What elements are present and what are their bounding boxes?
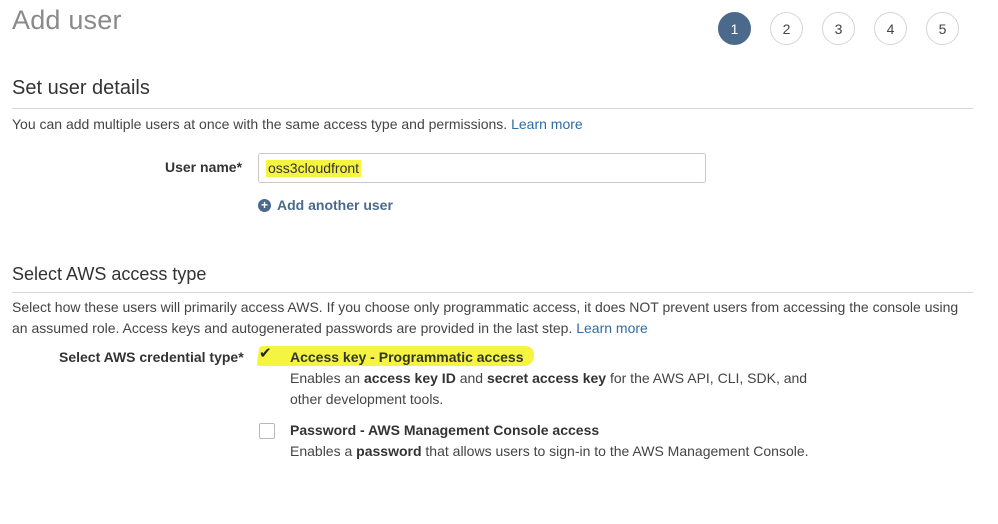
section-heading-access-type: Select AWS access type [12, 264, 207, 284]
description-text: You can add multiple users at once with … [12, 116, 508, 132]
step-5[interactable]: 5 [926, 12, 959, 45]
step-3[interactable]: 3 [822, 12, 855, 45]
desc-bold: access key ID [363, 370, 456, 386]
learn-more-link[interactable]: Learn more [511, 116, 583, 132]
step-4[interactable]: 4 [874, 12, 907, 45]
password-option-description: Enables a password that allows users to … [290, 441, 830, 462]
desc-bold: secret access key [486, 370, 607, 386]
add-another-user-label: Add another user [277, 197, 393, 213]
page-title: Add user [12, 5, 122, 35]
add-another-user-button[interactable]: + Add another user [258, 197, 393, 213]
description-text: Select how these users will primarily ac… [12, 299, 959, 336]
desc-text: Enables an [290, 370, 364, 386]
password-access-checkbox[interactable] [259, 423, 275, 439]
section-description: You can add multiple users at once with … [12, 114, 972, 135]
username-label: User name* [165, 159, 243, 175]
desc-text: and [455, 370, 487, 386]
step-1[interactable]: 1 [718, 12, 751, 45]
wizard-steps: 1 2 3 4 5 [718, 12, 959, 45]
step-2[interactable]: 2 [770, 12, 803, 45]
username-input[interactable] [258, 153, 706, 183]
plus-circle-icon: + [258, 198, 271, 212]
learn-more-link[interactable]: Learn more [576, 320, 648, 336]
divider [12, 108, 973, 109]
access-key-option-description: Enables an access key ID and secret acce… [290, 368, 830, 410]
password-option-title[interactable]: Password - AWS Management Console access [290, 422, 599, 438]
desc-bold: password [356, 443, 422, 459]
desc-text: Enables a [290, 443, 357, 459]
credential-type-label: Select AWS credential type* [59, 349, 244, 365]
checkmark-icon[interactable]: ✔ [259, 346, 272, 362]
section-heading-user-details: Set user details [12, 77, 150, 99]
add-user-page: Add user 1 2 3 4 5 Set user details You … [0, 0, 998, 524]
divider [12, 292, 973, 293]
section-description: Select how these users will primarily ac… [12, 297, 972, 339]
access-key-option-title[interactable]: Access key - Programmatic access [290, 349, 523, 365]
desc-text: that allows users to sign-in to the AWS … [421, 443, 809, 459]
